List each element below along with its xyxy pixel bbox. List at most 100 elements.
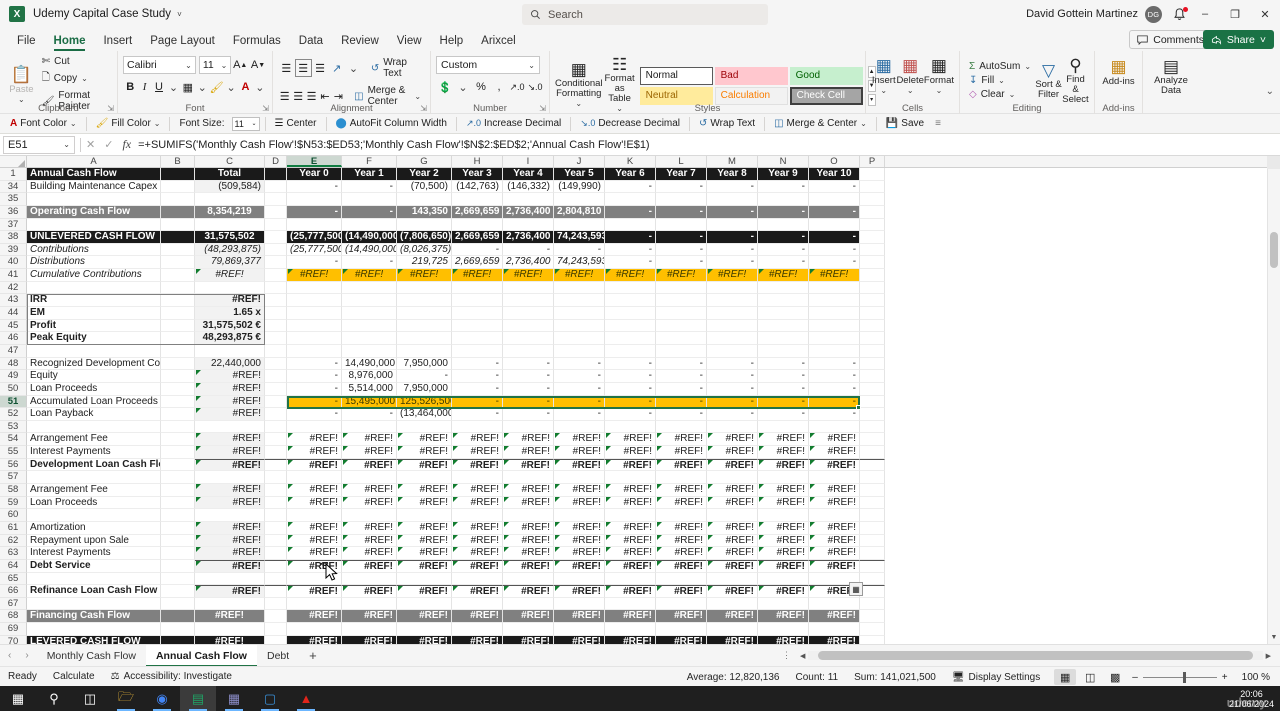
cell-E52[interactable]: - bbox=[287, 408, 342, 421]
cell-C39[interactable]: (48,293,875) bbox=[195, 243, 265, 257]
menu-item-view[interactable]: View bbox=[388, 33, 431, 51]
cell-O43[interactable] bbox=[809, 294, 860, 308]
cell-N64[interactable]: #REF! bbox=[758, 559, 809, 573]
status-accessibility[interactable]: ⚖ Accessibility: Investigate bbox=[103, 671, 240, 682]
cell-F45[interactable] bbox=[342, 319, 397, 333]
cell-O49[interactable]: - bbox=[809, 370, 860, 383]
row-header-55[interactable]: 55 bbox=[0, 446, 27, 459]
cell-P62[interactable] bbox=[860, 534, 885, 548]
cell-H45[interactable] bbox=[452, 319, 503, 333]
find-select-button[interactable]: ⚲ Find & Select bbox=[1062, 55, 1089, 105]
font-dialog-launcher[interactable]: ⇲ bbox=[262, 104, 269, 113]
cell-L1[interactable]: Year 7 bbox=[656, 168, 707, 181]
cell-C59[interactable]: #REF! bbox=[195, 496, 265, 510]
cell-D62[interactable] bbox=[265, 534, 287, 548]
cell-E62[interactable]: #REF! bbox=[287, 534, 342, 548]
cell-O50[interactable]: - bbox=[809, 382, 860, 396]
toolbar-center-button[interactable]: ☰ Center bbox=[271, 117, 321, 130]
horizontal-scroll-thumb[interactable] bbox=[818, 651, 1253, 660]
cell-C51[interactable]: #REF! bbox=[195, 395, 265, 409]
cell-F64[interactable]: #REF! bbox=[342, 559, 397, 573]
cell-A66[interactable]: Refinance Loan Cash Flow bbox=[27, 585, 161, 598]
cell-L55[interactable]: #REF! bbox=[656, 446, 707, 459]
cell-C54[interactable]: #REF! bbox=[195, 433, 265, 447]
cell-N36[interactable]: - bbox=[758, 205, 809, 219]
cell-K38[interactable]: - bbox=[605, 231, 656, 244]
cell-H61[interactable]: #REF! bbox=[452, 521, 503, 535]
cell-D54[interactable] bbox=[265, 433, 287, 447]
row-header-62[interactable]: 62 bbox=[0, 534, 27, 548]
alignment-dialog-launcher[interactable]: ⇲ bbox=[420, 104, 427, 113]
cell-F35[interactable] bbox=[342, 193, 397, 206]
cell-P59[interactable] bbox=[860, 496, 885, 510]
cell-F49[interactable]: 8,976,000 bbox=[342, 370, 397, 383]
cell-H37[interactable] bbox=[452, 218, 503, 232]
cell-B52[interactable] bbox=[161, 408, 195, 421]
cell-style-normal[interactable]: Normal bbox=[639, 66, 713, 85]
cell-L38[interactable]: - bbox=[656, 231, 707, 244]
cell-A39[interactable]: Contributions bbox=[27, 243, 161, 257]
bold-button[interactable]: B bbox=[123, 78, 137, 96]
cell-A53[interactable] bbox=[27, 420, 161, 434]
cell-A38[interactable]: UNLEVERED CASH FLOW bbox=[27, 231, 161, 244]
cell-L36[interactable]: - bbox=[656, 205, 707, 219]
cell-O35[interactable] bbox=[809, 193, 860, 206]
row-header-61[interactable]: 61 bbox=[0, 521, 27, 535]
font-name-select[interactable]: Calibri ⌄ bbox=[123, 56, 196, 74]
cell-A60[interactable] bbox=[27, 509, 161, 522]
cell-L59[interactable]: #REF! bbox=[656, 496, 707, 510]
cell-F39[interactable]: (14,490,000) bbox=[342, 243, 397, 257]
cell-D60[interactable] bbox=[265, 509, 287, 522]
cell-P68[interactable] bbox=[860, 610, 885, 624]
cell-I68[interactable]: #REF! bbox=[503, 610, 554, 624]
cell-F50[interactable]: 5,514,000 bbox=[342, 382, 397, 396]
cell-D37[interactable] bbox=[265, 218, 287, 232]
zoom-in-button[interactable]: + bbox=[1222, 672, 1228, 683]
notification-bell-icon[interactable] bbox=[1172, 7, 1188, 23]
cell-H39[interactable]: - bbox=[452, 243, 503, 257]
cell-D36[interactable] bbox=[265, 205, 287, 219]
cell-J67[interactable] bbox=[554, 597, 605, 611]
cell-D1[interactable] bbox=[265, 168, 287, 181]
row-header-63[interactable]: 63 bbox=[0, 547, 27, 560]
cell-M43[interactable] bbox=[707, 294, 758, 308]
cell-D64[interactable] bbox=[265, 559, 287, 573]
task-view-icon[interactable]: ◫ bbox=[72, 686, 108, 711]
cell-A54[interactable]: Arrangement Fee bbox=[27, 433, 161, 447]
cell-E59[interactable]: #REF! bbox=[287, 496, 342, 510]
row-header-50[interactable]: 50 bbox=[0, 382, 27, 396]
cell-K70[interactable]: #REF! bbox=[605, 635, 656, 644]
cell-H36[interactable]: 2,669,659 bbox=[452, 205, 503, 219]
cell-H68[interactable]: #REF! bbox=[452, 610, 503, 624]
cell-F54[interactable]: #REF! bbox=[342, 433, 397, 447]
column-header-m[interactable]: M bbox=[707, 156, 758, 167]
menu-item-home[interactable]: Home bbox=[45, 33, 95, 51]
cell-H49[interactable]: - bbox=[452, 370, 503, 383]
cell-K68[interactable]: #REF! bbox=[605, 610, 656, 624]
cell-B37[interactable] bbox=[161, 218, 195, 232]
cell-G65[interactable] bbox=[397, 572, 452, 586]
menu-item-page-layout[interactable]: Page Layout bbox=[141, 33, 224, 51]
cell-H54[interactable]: #REF! bbox=[452, 433, 503, 447]
cell-J65[interactable] bbox=[554, 572, 605, 586]
cell-A51[interactable]: Accumulated Loan Proceeds bbox=[27, 395, 161, 409]
number-format-select[interactable]: Custom ⌄ bbox=[436, 56, 540, 74]
cell-I63[interactable]: #REF! bbox=[503, 547, 554, 560]
zoom-slider-thumb[interactable] bbox=[1182, 671, 1186, 683]
row-header-60[interactable]: 60 bbox=[0, 509, 27, 522]
cell-M68[interactable]: #REF! bbox=[707, 610, 758, 624]
cell-I64[interactable]: #REF! bbox=[503, 559, 554, 573]
comma-style-button[interactable]: , bbox=[490, 78, 508, 96]
cell-D40[interactable] bbox=[265, 256, 287, 270]
cell-A41[interactable]: Cumulative Contributions bbox=[27, 269, 161, 282]
cell-I50[interactable]: - bbox=[503, 382, 554, 396]
cell-C69[interactable] bbox=[195, 623, 265, 636]
cell-N61[interactable]: #REF! bbox=[758, 521, 809, 535]
status-calculate[interactable]: Calculate bbox=[45, 671, 103, 682]
cell-J54[interactable]: #REF! bbox=[554, 433, 605, 447]
cell-D50[interactable] bbox=[265, 382, 287, 396]
cell-M59[interactable]: #REF! bbox=[707, 496, 758, 510]
cell-E54[interactable]: #REF! bbox=[287, 433, 342, 447]
cell-H48[interactable]: - bbox=[452, 357, 503, 371]
row-header-51[interactable]: 51 bbox=[0, 395, 27, 409]
